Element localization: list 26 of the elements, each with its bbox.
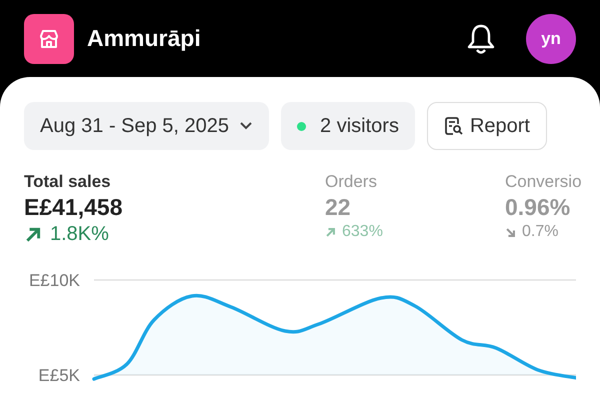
trend-arrow-icon — [505, 226, 516, 238]
visitors-indicator[interactable]: 2 visitors — [281, 102, 415, 150]
date-range-dropdown[interactable]: Aug 31 - Sep 5, 2025 — [24, 102, 270, 150]
metric-value: 0.96% — [505, 194, 572, 221]
metric-label: Total sales — [24, 172, 112, 192]
metric-change: 633% — [342, 223, 383, 241]
metric-label: Orders — [325, 172, 378, 192]
chevron-down-icon — [239, 121, 254, 131]
metric-change: 0.7% — [522, 223, 558, 241]
store-logo[interactable] — [24, 14, 74, 64]
store-icon — [38, 28, 60, 50]
report-button[interactable]: Report — [426, 102, 547, 150]
metric-tab[interactable]: Total sales E£41,458 1.8K% — [24, 172, 325, 246]
trend-arrow-icon — [325, 226, 336, 238]
metric-value: 22 — [325, 194, 352, 221]
metric-value: E£41,458 — [24, 194, 124, 221]
metric-change: 1.8K% — [50, 223, 109, 246]
store-name: Ammurāpi — [87, 25, 202, 52]
metric-label: Conversio — [505, 172, 582, 192]
y-axis-label: E£5K — [38, 366, 80, 385]
report-search-icon — [444, 116, 464, 136]
y-axis-label: E£10K — [28, 271, 80, 290]
notification-bell-icon[interactable] — [466, 22, 496, 54]
user-avatar[interactable]: yn — [526, 14, 576, 64]
status-dot — [297, 122, 306, 130]
trend-arrow-icon — [24, 226, 42, 244]
